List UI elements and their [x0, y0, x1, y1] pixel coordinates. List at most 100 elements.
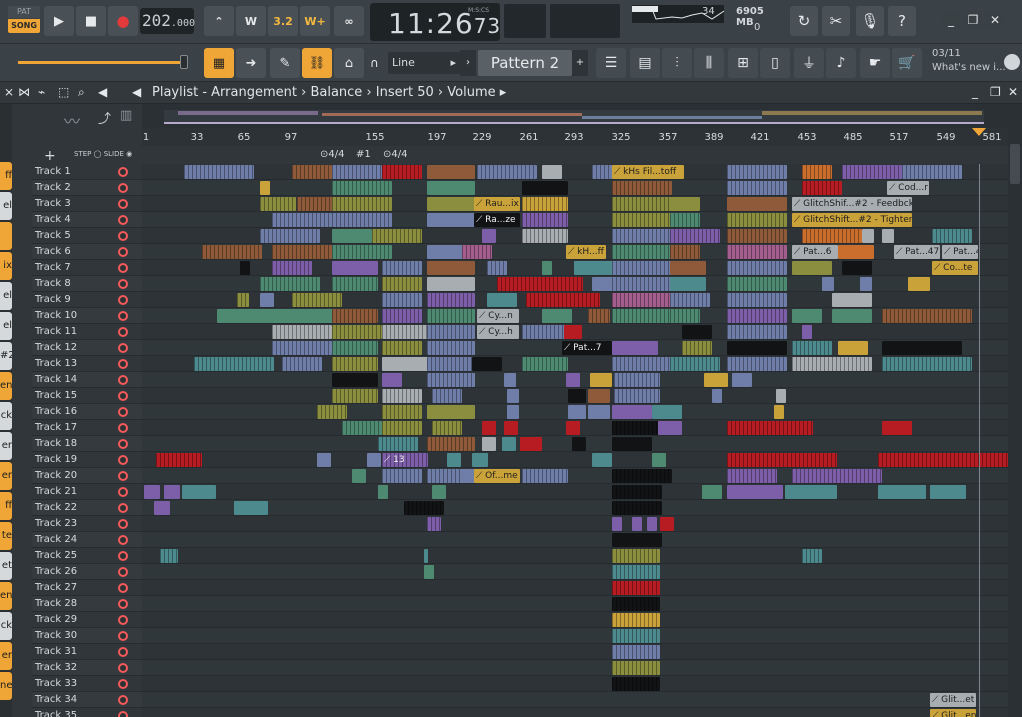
track-mute-led[interactable]	[118, 599, 128, 609]
playlist-clip[interactable]	[332, 261, 378, 275]
playlist-clip[interactable]	[382, 405, 422, 419]
playlist-clip[interactable]	[612, 597, 660, 611]
channel-strip-item[interactable]: en	[0, 582, 12, 610]
playlist-clip[interactable]	[427, 405, 475, 419]
playlist-clip[interactable]	[382, 165, 422, 179]
playlist-clip[interactable]	[592, 453, 612, 467]
playlist-clip[interactable]	[612, 437, 652, 451]
playlist-clip[interactable]	[382, 469, 422, 483]
playlist-clip[interactable]	[652, 453, 666, 467]
shop-button[interactable]: 🛒	[892, 48, 922, 78]
playlist-clip[interactable]	[572, 437, 586, 451]
track-mute-led[interactable]	[118, 279, 128, 289]
typing-keyboard-button[interactable]: ▦	[204, 48, 234, 78]
track-mute-led[interactable]	[118, 407, 128, 417]
playlist-clip[interactable]	[378, 485, 388, 499]
track-header[interactable]: Track 4	[32, 212, 142, 228]
track-lane[interactable]	[142, 500, 1008, 516]
playlist-clip[interactable]	[522, 213, 568, 227]
playlist-clip[interactable]	[522, 469, 568, 483]
playlist-clip[interactable]	[184, 165, 254, 179]
playlist-clip[interactable]	[526, 293, 600, 307]
playlist-clip[interactable]	[647, 517, 657, 531]
add-track-button[interactable]: +	[44, 148, 56, 164]
countdown-button[interactable]: 3.2	[268, 6, 298, 36]
wait-for-input-button[interactable]: W	[236, 6, 266, 36]
playlist-clip[interactable]	[670, 293, 710, 307]
track-lane[interactable]	[142, 628, 1008, 644]
breadcrumb-volume[interactable]: Volume	[447, 85, 495, 100]
playlist-clip[interactable]	[727, 229, 787, 243]
piano-icon[interactable]: ▥	[120, 108, 132, 123]
snap-selector[interactable]: Line ▸	[388, 52, 460, 74]
pattern-selector[interactable]: Pattern 2	[478, 50, 572, 76]
playlist-clip[interactable]	[292, 293, 342, 307]
playlist-clip[interactable]	[427, 357, 475, 371]
track-mute-led[interactable]	[118, 647, 128, 657]
playlist-clip[interactable]	[704, 373, 728, 387]
playlist-clip[interactable]	[332, 309, 378, 323]
playlist-clip[interactable]	[447, 453, 461, 467]
minimize-button[interactable]: _	[942, 11, 960, 29]
playlist-clip[interactable]	[542, 165, 562, 179]
playlist-clip[interactable]	[292, 165, 332, 179]
time-signature-marker[interactable]: ⊙4/4	[383, 149, 407, 160]
track-mute-led[interactable]	[118, 439, 128, 449]
channel-strip-item[interactable]	[0, 222, 12, 250]
track-mute-led[interactable]	[118, 615, 128, 625]
playlist-clip[interactable]	[612, 181, 672, 195]
track-mute-led[interactable]	[118, 295, 128, 305]
track-lane[interactable]	[142, 644, 1008, 660]
playlist-clip[interactable]	[727, 421, 813, 435]
playhead-marker-icon[interactable]	[972, 128, 986, 136]
select-tool-icon[interactable]: ⬚	[58, 85, 69, 99]
touch-controller-button[interactable]: ☛	[860, 48, 890, 78]
playlist-clip[interactable]	[317, 405, 347, 419]
track-header[interactable]: Track 12	[32, 340, 142, 356]
playlist-clip[interactable]	[670, 261, 706, 275]
track-header[interactable]: Track 24	[32, 532, 142, 548]
playlist-clip[interactable]	[520, 437, 542, 451]
playlist-clip[interactable]	[670, 309, 700, 323]
playlist-clip[interactable]	[878, 453, 1008, 467]
track-header[interactable]: Track 27	[32, 580, 142, 596]
tempo-display[interactable]: 202.000	[140, 8, 195, 34]
track-mute-led[interactable]	[118, 583, 128, 593]
playlist-clip[interactable]	[574, 261, 614, 275]
track-mute-led[interactable]	[118, 487, 128, 497]
playlist-clip[interactable]	[272, 261, 312, 275]
playlist-clip[interactable]	[427, 181, 475, 195]
playlist-clip[interactable]: ⟋ Cy...h	[477, 325, 519, 339]
playlist-clip[interactable]	[432, 389, 462, 403]
track-header[interactable]: Track 19	[32, 452, 142, 468]
playlist-clip[interactable]	[612, 261, 672, 275]
playlist-clip[interactable]: ⟋ Glit...et	[930, 693, 976, 707]
playlist-clip[interactable]	[507, 405, 519, 419]
playlist-clip[interactable]	[154, 501, 170, 515]
playlist-clip[interactable]	[462, 245, 492, 259]
track-header[interactable]: Track 5	[32, 228, 142, 244]
playlist-clip[interactable]	[332, 277, 378, 291]
playlist-clip[interactable]	[332, 181, 392, 195]
playlist-clip[interactable]	[842, 165, 902, 179]
track-header[interactable]: Track 22	[32, 500, 142, 516]
playlist-clip[interactable]	[612, 677, 660, 691]
playlist-clip[interactable]	[612, 485, 662, 499]
playlist-clip[interactable]	[612, 661, 660, 675]
playlist-clip[interactable]	[427, 293, 475, 307]
playlist-clip[interactable]	[862, 229, 874, 243]
playlist-clip[interactable]	[727, 453, 837, 467]
playlist-clip[interactable]	[487, 293, 517, 307]
track-header[interactable]: Track 32	[32, 660, 142, 676]
channel-strip-item[interactable]: et	[0, 552, 12, 580]
playlist-clip[interactable]	[332, 245, 392, 259]
playlist-clip[interactable]	[427, 517, 441, 531]
playlist-clip[interactable]: ⟋ GlitchShif...#2 - Feedbck	[792, 197, 912, 211]
playlist-clip[interactable]: ⟋ kHs Fil...toff	[612, 165, 684, 179]
track-mute-led[interactable]	[118, 311, 128, 321]
track-lane[interactable]	[142, 580, 1008, 596]
playlist-clip[interactable]	[472, 453, 488, 467]
track-header[interactable]: Track 16	[32, 404, 142, 420]
playlist-clip[interactable]	[234, 501, 268, 515]
playlist-clip[interactable]	[882, 309, 972, 323]
